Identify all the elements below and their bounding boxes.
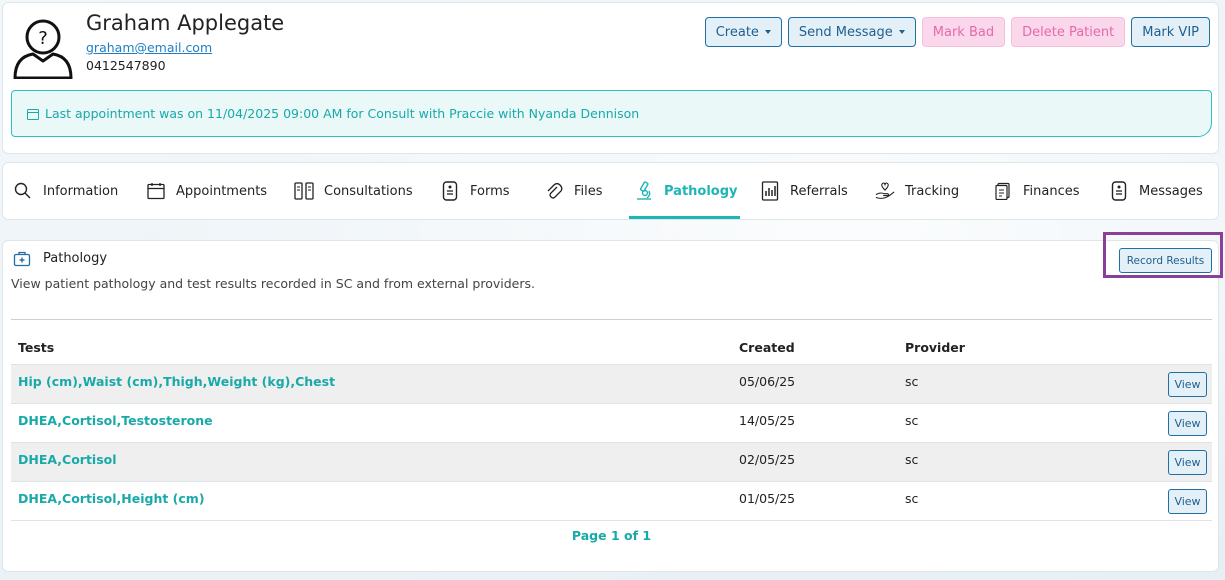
table-row: DHEA,Cortisol,Testosterone 14/05/25 sc V…: [11, 404, 1212, 443]
patient-header: ? Graham Applegate graham@email.com 0412…: [2, 2, 1219, 154]
patient-email-link[interactable]: graham@email.com: [86, 40, 212, 55]
section-title: Pathology: [43, 251, 108, 266]
chevron-down-icon: [764, 30, 771, 34]
test-link[interactable]: DHEA,Cortisol,Testosterone: [18, 413, 213, 428]
provider: sc: [905, 452, 919, 467]
mark-bad-button[interactable]: Mark Bad: [921, 17, 1006, 47]
provider: sc: [905, 374, 919, 389]
mark-vip-button[interactable]: Mark VIP: [1131, 17, 1210, 47]
patient-tabs: Information Appointments Consultations F…: [2, 162, 1219, 220]
created-date: 02/05/25: [739, 452, 796, 467]
message-icon: [1109, 181, 1129, 201]
tab-label: Referrals: [790, 183, 848, 199]
test-link[interactable]: Hip (cm),Waist (cm),Thigh,Weight (kg),Ch…: [18, 374, 335, 389]
column-header-tests: Tests: [18, 340, 55, 355]
record-results-button[interactable]: Record Results: [1119, 248, 1212, 273]
tab-label: Consultations: [324, 183, 413, 199]
create-button[interactable]: Create: [704, 17, 782, 47]
pagination-label: Page 1 of 1: [571, 528, 652, 543]
tab-referrals[interactable]: Referrals: [760, 163, 848, 219]
paperclip-icon: [544, 181, 564, 201]
table-row: Hip (cm),Waist (cm),Thigh,Weight (kg),Ch…: [11, 365, 1212, 404]
tab-label: Messages: [1139, 183, 1203, 199]
medical-kit-icon: [13, 251, 31, 267]
tab-label: Finances: [1023, 183, 1080, 199]
section-description: View patient pathology and test results …: [11, 276, 535, 291]
consultation-icon: [294, 181, 314, 201]
tab-label: Tracking: [905, 183, 960, 199]
calendar-icon: [146, 181, 166, 201]
provider: sc: [905, 413, 919, 428]
tab-information[interactable]: Information: [13, 163, 118, 219]
patient-name: Graham Applegate: [86, 11, 285, 35]
calendar-icon: [27, 108, 39, 120]
pathology-table: Tests Created Provider Hip (cm),Waist (c…: [11, 331, 1212, 521]
tab-label: Forms: [470, 183, 510, 199]
column-header-provider: Provider: [905, 340, 965, 355]
tab-finances[interactable]: Finances: [993, 163, 1080, 219]
column-header-created: Created: [739, 340, 795, 355]
finance-icon: [993, 181, 1013, 201]
microscope-icon: [634, 181, 654, 201]
created-date: 01/05/25: [739, 491, 796, 506]
test-link[interactable]: DHEA,Cortisol,Height (cm): [18, 491, 205, 506]
table-header: Tests Created Provider: [11, 331, 1212, 365]
table-row: DHEA,Cortisol,Height (cm) 01/05/25 sc Vi…: [11, 482, 1212, 521]
tab-files[interactable]: Files: [544, 163, 603, 219]
tab-forms[interactable]: Forms: [440, 163, 510, 219]
search-icon: [13, 181, 33, 201]
heart-hand-icon: [875, 181, 895, 201]
divider: [11, 319, 1212, 320]
last-appointment-text: Last appointment was on 11/04/2025 09:00…: [45, 106, 640, 121]
unknown-person-icon: ?: [13, 19, 73, 79]
last-appointment-banner: Last appointment was on 11/04/2025 09:00…: [11, 90, 1212, 137]
tab-label: Appointments: [176, 183, 268, 199]
form-icon: [440, 181, 460, 201]
view-button[interactable]: View: [1168, 489, 1207, 514]
create-button-label: Create: [715, 24, 759, 40]
provider: sc: [905, 491, 919, 506]
svg-text:?: ?: [38, 28, 48, 49]
send-message-button-label: Send Message: [798, 24, 893, 40]
tab-tracking[interactable]: Tracking: [875, 163, 959, 219]
tab-label: Information: [43, 183, 119, 199]
pathology-panel: Pathology View patient pathology and tes…: [2, 232, 1223, 572]
header-actions: Create Send Message Mark Bad Delete Pati…: [704, 17, 1210, 47]
tab-messages[interactable]: Messages: [1109, 163, 1203, 219]
tab-pathology[interactable]: Pathology: [629, 163, 740, 219]
view-button[interactable]: View: [1168, 450, 1207, 475]
patient-phone: 0412547890: [86, 58, 166, 73]
delete-patient-button[interactable]: Delete Patient: [1011, 17, 1126, 47]
tab-label: Files: [574, 183, 603, 199]
created-date: 05/06/25: [739, 374, 796, 389]
chevron-down-icon: [898, 30, 905, 34]
view-button[interactable]: View: [1168, 411, 1207, 436]
send-message-button[interactable]: Send Message: [787, 17, 916, 47]
test-link[interactable]: DHEA,Cortisol: [18, 452, 117, 467]
referral-icon: [760, 181, 780, 201]
view-button[interactable]: View: [1168, 372, 1207, 397]
table-row: DHEA,Cortisol 02/05/25 sc View: [11, 443, 1212, 482]
tab-consultations[interactable]: Consultations: [294, 163, 413, 219]
tab-appointments[interactable]: Appointments: [146, 163, 267, 219]
created-date: 14/05/25: [739, 413, 796, 428]
tab-label: Pathology: [664, 183, 738, 199]
